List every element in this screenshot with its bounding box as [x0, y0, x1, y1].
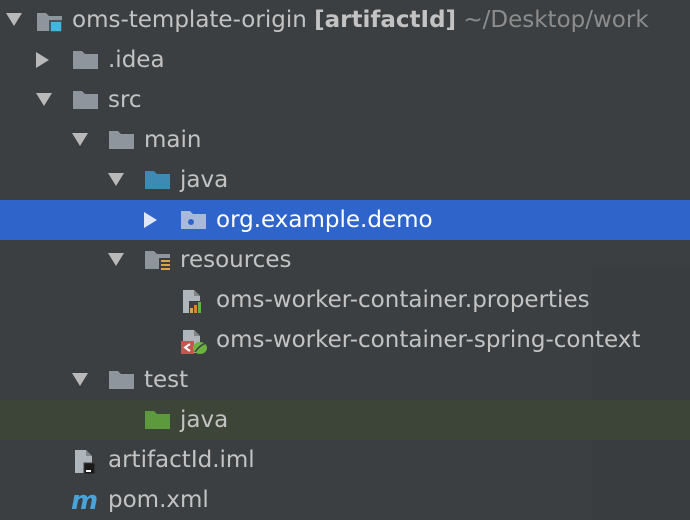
resources-folder-icon — [144, 249, 171, 271]
tree-item-label: .idea — [108, 47, 165, 73]
tree-item-label: org.example.demo — [216, 207, 433, 233]
svg-text:m: m — [71, 486, 98, 514]
expand-arrow-icon[interactable] — [72, 133, 88, 146]
root-module-path: ~/Desktop/work — [463, 7, 649, 33]
package-icon — [180, 209, 206, 231]
iml-file-icon — [72, 449, 98, 475]
expand-arrow-icon[interactable] — [72, 373, 88, 386]
tree-row-main-java[interactable]: java — [0, 160, 690, 200]
properties-file-icon — [180, 289, 206, 314]
root-module-artifact: [artifactId] — [314, 7, 457, 33]
tree-row-idea[interactable]: .idea — [0, 40, 690, 80]
tree-item-label: src — [108, 87, 142, 113]
root-module-name: oms-template-origin — [72, 7, 307, 33]
expand-arrow-icon[interactable] — [108, 253, 124, 266]
module-folder-icon — [36, 9, 63, 33]
tree-item-label: oms-worker-container.properties — [216, 287, 590, 313]
tree-item-label: main — [144, 127, 202, 153]
tree-item-label: java — [180, 407, 229, 433]
source-folder-icon — [144, 169, 170, 191]
tree-item-label: pom.xml — [108, 487, 209, 513]
folder-icon — [72, 89, 98, 111]
expand-arrow-icon[interactable] — [108, 173, 124, 186]
test-source-folder-icon — [144, 409, 170, 431]
folder-icon — [108, 369, 134, 391]
tree-row-test[interactable]: test — [0, 360, 690, 400]
tree-row-spring-context-file[interactable]: oms-worker-container-spring-context — [0, 320, 690, 360]
tree-row-resources[interactable]: resources — [0, 240, 690, 280]
collapse-arrow-icon[interactable] — [36, 52, 49, 68]
tree-row-pom-file[interactable]: m pom.xml — [0, 480, 690, 520]
project-tree: oms-template-origin [artifactId] ~/Deskt… — [0, 0, 690, 520]
tree-item-label: resources — [180, 247, 292, 273]
tree-row-properties-file[interactable]: oms-worker-container.properties — [0, 280, 690, 320]
maven-pom-icon: m — [70, 486, 102, 514]
folder-icon — [72, 49, 98, 71]
tree-row-package-selected[interactable]: org.example.demo — [0, 200, 690, 240]
tree-item-label: oms-worker-container-spring-context — [216, 327, 641, 353]
expand-arrow-icon[interactable] — [6, 13, 22, 26]
expand-arrow-icon[interactable] — [36, 93, 52, 106]
tree-row-root[interactable]: oms-template-origin [artifactId] ~/Deskt… — [0, 0, 690, 40]
tree-row-iml-file[interactable]: artifactId.iml — [0, 440, 690, 480]
spring-xml-file-icon — [180, 329, 207, 354]
tree-item-label: java — [180, 167, 229, 193]
collapse-arrow-icon[interactable] — [144, 212, 157, 228]
tree-item-label: test — [144, 367, 189, 393]
folder-icon — [108, 129, 134, 151]
tree-row-main[interactable]: main — [0, 120, 690, 160]
tree-item-label: artifactId.iml — [108, 447, 255, 473]
tree-row-src[interactable]: src — [0, 80, 690, 120]
tree-row-test-java[interactable]: java — [0, 400, 690, 440]
